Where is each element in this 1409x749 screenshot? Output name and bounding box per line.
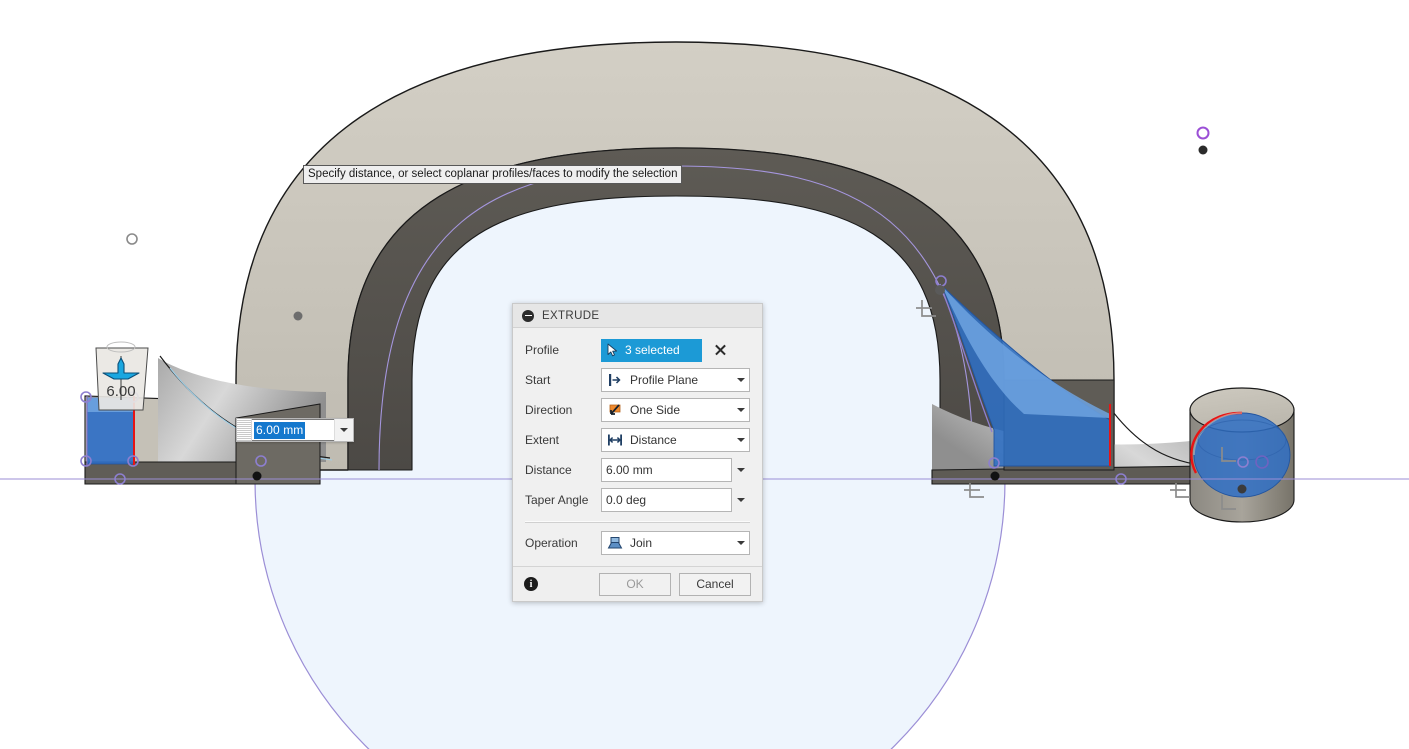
info-icon[interactable]: i xyxy=(524,577,538,591)
extrude-drag-manipulator[interactable]: 6.00 xyxy=(95,341,149,411)
extent-label: Extent xyxy=(525,433,560,447)
start-combo[interactable]: Profile Plane xyxy=(601,368,750,392)
section-divider xyxy=(525,521,750,523)
distance-value: 6.00 mm xyxy=(606,463,653,477)
direction-value: One Side xyxy=(630,403,681,417)
chevron-down-icon xyxy=(340,428,348,432)
close-x-icon[interactable] xyxy=(713,343,728,358)
profile-selection-button[interactable]: 3 selected xyxy=(601,338,702,362)
taper-angle-label: Taper Angle xyxy=(525,493,589,507)
distance-input[interactable]: 6.00 mm xyxy=(601,458,732,482)
status-hint-tooltip: Specify distance, or select coplanar pro… xyxy=(303,165,683,184)
manipulator-distance-label: 6.00 xyxy=(106,383,135,400)
distance-label: Distance xyxy=(525,463,572,477)
canvas-distance-value: 6.00 mm xyxy=(254,421,306,439)
input-drag-grip[interactable] xyxy=(237,419,252,441)
row-direction: Direction One Side xyxy=(513,395,762,425)
dialog-title: EXTRUDE xyxy=(542,309,600,322)
extrude-dialog[interactable]: EXTRUDE Profile 3 selected Start Profile xyxy=(512,303,763,602)
taper-angle-chevron-down-icon[interactable] xyxy=(732,489,750,511)
minus-circle-icon[interactable] xyxy=(522,309,534,322)
canvas-distance-dropdown[interactable] xyxy=(334,419,353,441)
start-value: Profile Plane xyxy=(630,373,699,387)
join-boolean-icon xyxy=(607,537,623,549)
extent-chevron-down-icon[interactable] xyxy=(732,430,749,450)
taper-angle-value: 0.0 deg xyxy=(606,493,647,507)
taper-angle-input[interactable]: 0.0 deg xyxy=(601,488,732,512)
one-side-arrow-icon xyxy=(609,404,621,415)
direction-chevron-down-icon[interactable] xyxy=(732,400,749,420)
start-label: Start xyxy=(525,373,551,387)
canvas-distance-field[interactable]: 6.00 mm xyxy=(252,419,334,441)
row-profile: Profile 3 selected xyxy=(513,335,762,365)
dialog-body: Profile 3 selected Start Profile Plane D… xyxy=(513,328,762,566)
start-chevron-down-icon[interactable] xyxy=(732,370,749,390)
operation-combo[interactable]: Join xyxy=(601,531,750,555)
row-distance: Distance 6.00 mm xyxy=(513,455,762,485)
direction-label: Direction xyxy=(525,403,573,417)
cancel-button[interactable]: Cancel xyxy=(679,572,751,596)
row-taper-angle: Taper Angle 0.0 deg xyxy=(513,485,762,515)
distance-arrows-icon xyxy=(608,434,622,446)
extent-combo[interactable]: Distance xyxy=(601,428,750,452)
operation-label: Operation xyxy=(525,536,578,550)
distance-chevron-down-icon[interactable] xyxy=(732,459,750,481)
ok-button[interactable]: OK xyxy=(599,572,671,596)
operation-value: Join xyxy=(630,536,653,550)
operation-chevron-down-icon[interactable] xyxy=(732,533,749,553)
profile-plane-icon xyxy=(609,374,621,386)
profile-selection-count: 3 selected xyxy=(625,343,680,357)
dialog-footer: i OK Cancel xyxy=(513,566,762,601)
profile-label: Profile xyxy=(525,343,560,357)
dialog-title-bar[interactable]: EXTRUDE xyxy=(513,304,762,328)
row-operation: Operation Join xyxy=(513,528,762,558)
extent-value: Distance xyxy=(630,433,677,447)
cursor-arrow-icon xyxy=(607,343,618,357)
direction-combo[interactable]: One Side xyxy=(601,398,750,422)
left-base-side xyxy=(235,403,321,485)
row-start: Start Profile Plane xyxy=(513,365,762,395)
canvas-distance-input[interactable]: 6.00 mm xyxy=(236,418,354,442)
row-extent: Extent Distance xyxy=(513,425,762,455)
